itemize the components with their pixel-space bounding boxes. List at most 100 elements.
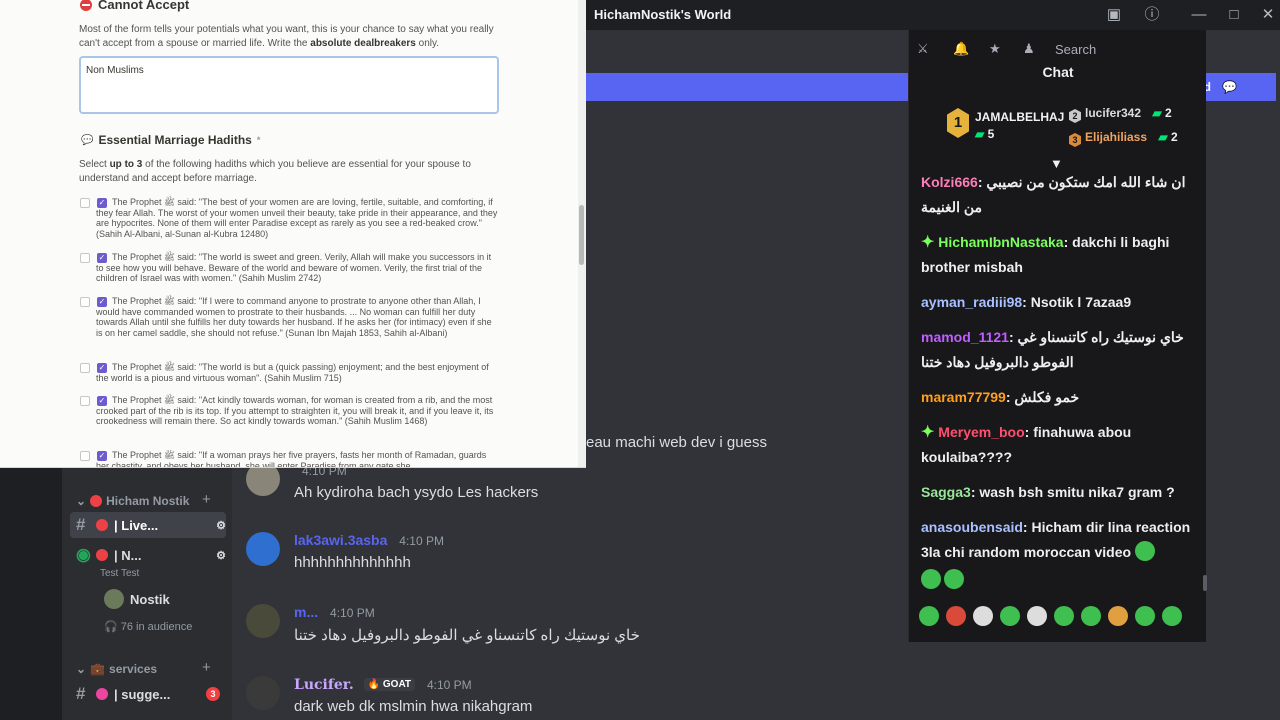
chat-line: Sagga3: wash bsh smitu nika7 gram ? <box>921 480 1197 505</box>
option-checkbox[interactable] <box>80 451 90 461</box>
option-checkbox[interactable] <box>80 297 90 307</box>
screen: HichamNostik's World ▣ ⓘ — □ ✕ ad 💬 eau … <box>0 0 1280 720</box>
message-author[interactable]: Lucifer. <box>294 677 354 693</box>
moderation-icon[interactable]: ⚔ <box>917 41 929 57</box>
category-label: services <box>109 662 158 676</box>
category-label: Hicham Nostik <box>106 494 190 508</box>
cannot-accept-textarea[interactable]: Non Muslims <box>79 56 499 114</box>
chat-line: ✦ Meryem_boo: finahuwa abou koulaiba???? <box>921 420 1197 470</box>
chat-user[interactable]: anasoubensaid <box>921 519 1023 535</box>
colon: : <box>1022 294 1031 310</box>
channel-suggestions[interactable]: # | sugge... 3 <box>70 681 226 707</box>
pepe-emote-icon <box>1134 541 1155 561</box>
add-channel-icon[interactable]: + <box>202 491 211 508</box>
hadith-option[interactable]: ✓ The Prophet ﷺ said: "If a woman prays … <box>80 450 500 467</box>
chat-user[interactable]: maram77799 <box>921 389 1006 405</box>
hadith-option[interactable]: ✓ The Prophet ﷺ said: "Act kindly toward… <box>80 395 500 443</box>
maximize-icon[interactable]: □ <box>1224 5 1244 25</box>
channel-subtext: Test Test <box>100 568 140 579</box>
emote-bar <box>919 606 1185 626</box>
avatar[interactable] <box>246 532 280 566</box>
chat-text: خمو فكلش <box>1014 389 1080 405</box>
option-checkbox[interactable] <box>80 363 90 373</box>
emote-icon[interactable] <box>1000 606 1020 626</box>
message-body: hhhhhhhhhhhhhh <box>294 554 411 571</box>
chat-user[interactable]: ayman_radiii98 <box>921 294 1022 310</box>
hadiths-heading: 💬 Essential Marriage Hadiths * <box>81 133 260 147</box>
voice-user-nostik[interactable]: Nostik <box>98 586 226 612</box>
crown-icon[interactable]: ★ <box>989 41 1001 57</box>
close-icon[interactable]: ✕ <box>1258 5 1278 25</box>
chat-user[interactable]: Meryem_boo <box>938 424 1024 440</box>
collapse-icon[interactable]: ▼ <box>1050 156 1063 171</box>
message-time: 4:10 PM <box>330 606 375 620</box>
leader-2-count: 2 <box>1164 106 1172 120</box>
screen-share-icon[interactable]: ▣ <box>1104 5 1124 25</box>
hadith-option[interactable]: ✓ The Prophet ﷺ said: "The world is but … <box>80 362 500 388</box>
laugh-emote-icon[interactable] <box>1108 606 1128 626</box>
emote-icon[interactable] <box>919 606 939 626</box>
partial-message-text: eau machi web dev i guess <box>586 434 767 451</box>
chat-title: Chat <box>1042 64 1074 80</box>
leader-3: 3 Elijahiliass ▰ 2 <box>1069 130 1178 147</box>
form-scrollbar-thumb[interactable] <box>579 205 584 265</box>
add-channel-icon[interactable]: + <box>202 659 211 676</box>
leader-2-name: lucifer342 <box>1085 106 1142 120</box>
chevron-down-icon: ⌄ <box>76 494 87 508</box>
option-checkbox[interactable] <box>80 253 90 263</box>
message-body: Ah kydiroha bach ysydo Les hackers <box>294 484 539 501</box>
emote-icon[interactable] <box>1081 606 1101 626</box>
chat-line: Kolzi666: ان شاء الله امك ستكون من نصيبي… <box>921 170 1197 220</box>
hadiths-description: Select up to 3 of the following hadiths … <box>79 158 494 186</box>
badge-label: GOAT <box>382 679 412 690</box>
goat-badge: 🔥 GOAT <box>363 678 416 691</box>
chat-user[interactable]: Kolzi666 <box>921 174 978 190</box>
stage-icon: ◉ <box>76 545 91 564</box>
chat-user[interactable]: HichamIbnNastaka <box>938 234 1063 250</box>
gem-icon: ▰ <box>1158 130 1168 144</box>
angry-emote-icon[interactable] <box>946 606 966 626</box>
category-services[interactable]: ⌄ 💼 services <box>76 660 157 678</box>
hadith-option[interactable]: ✓ The Prophet ﷺ said: "The best of your … <box>80 197 500 245</box>
skull-emote-icon[interactable] <box>973 606 993 626</box>
cannot-accept-heading: Cannot Accept <box>80 0 189 12</box>
colon: : <box>1063 234 1073 250</box>
channel-label: | Live... <box>114 517 159 533</box>
emote-icon[interactable] <box>1162 606 1182 626</box>
option-text: The Prophet ﷺ said: "Act kindly towards … <box>96 395 494 427</box>
chat-user[interactable]: mamod_1121 <box>921 329 1009 345</box>
channel-stage[interactable]: ◉ | N... ⚙ <box>70 542 226 568</box>
avatar[interactable] <box>246 604 280 638</box>
leader-2: 2 lucifer342 ▰ 2 <box>1069 106 1172 123</box>
avatar[interactable] <box>246 676 280 710</box>
settings-icon[interactable]: ⚙ <box>216 549 226 562</box>
category-hicham-nostik[interactable]: ⌄ Hicham Nostik <box>76 492 189 510</box>
users-icon[interactable]: ♟ <box>1023 41 1035 57</box>
hadith-option[interactable]: ✓ The Prophet ﷺ said: "The world is swee… <box>80 252 500 288</box>
message-author[interactable]: m... <box>294 604 318 620</box>
search-input[interactable]: Search <box>1055 42 1096 57</box>
bell-icon[interactable]: 🔔 <box>953 41 969 57</box>
help-icon[interactable]: ⓘ <box>1142 5 1162 25</box>
message-author[interactable]: lak3awi.3asba <box>294 532 387 548</box>
option-text: The Prophet ﷺ said: "The best of your wo… <box>96 197 498 239</box>
emote-icon[interactable] <box>1135 606 1155 626</box>
message-body: dark web dk mslmin hwa nikahgram <box>294 698 533 715</box>
chat-user[interactable]: Sagga3 <box>921 484 971 500</box>
channel-live[interactable]: # | Live... ⚙ <box>70 512 226 538</box>
sparkle-icon: ✦ <box>921 424 935 441</box>
live-chat-panel: ⚔ 🔔 ★ ♟ Search Chat 1 JAMALBELHAJ ▰ 5 2l… <box>908 30 1207 642</box>
chat-line: maram77799: خمو فكلش <box>921 385 1197 410</box>
option-checkbox[interactable] <box>80 396 90 406</box>
hadith-option[interactable]: ✓ The Prophet ﷺ said: "If I were to comm… <box>80 296 500 354</box>
emote-icon[interactable] <box>1054 606 1074 626</box>
minimize-icon[interactable]: — <box>1189 5 1209 25</box>
chat-text: Nsotik l 7azaa9 <box>1030 294 1132 310</box>
option-checkbox[interactable] <box>80 198 90 208</box>
hadiths-title: Essential Marriage Hadiths <box>98 133 252 147</box>
skull-emote-icon[interactable] <box>1027 606 1047 626</box>
red-circle-icon <box>96 519 108 531</box>
add-member-icon[interactable]: ⚙ <box>216 519 226 532</box>
banner-button[interactable]: ad 💬 <box>1197 73 1267 101</box>
chat-scrollbar[interactable] <box>1203 575 1207 591</box>
